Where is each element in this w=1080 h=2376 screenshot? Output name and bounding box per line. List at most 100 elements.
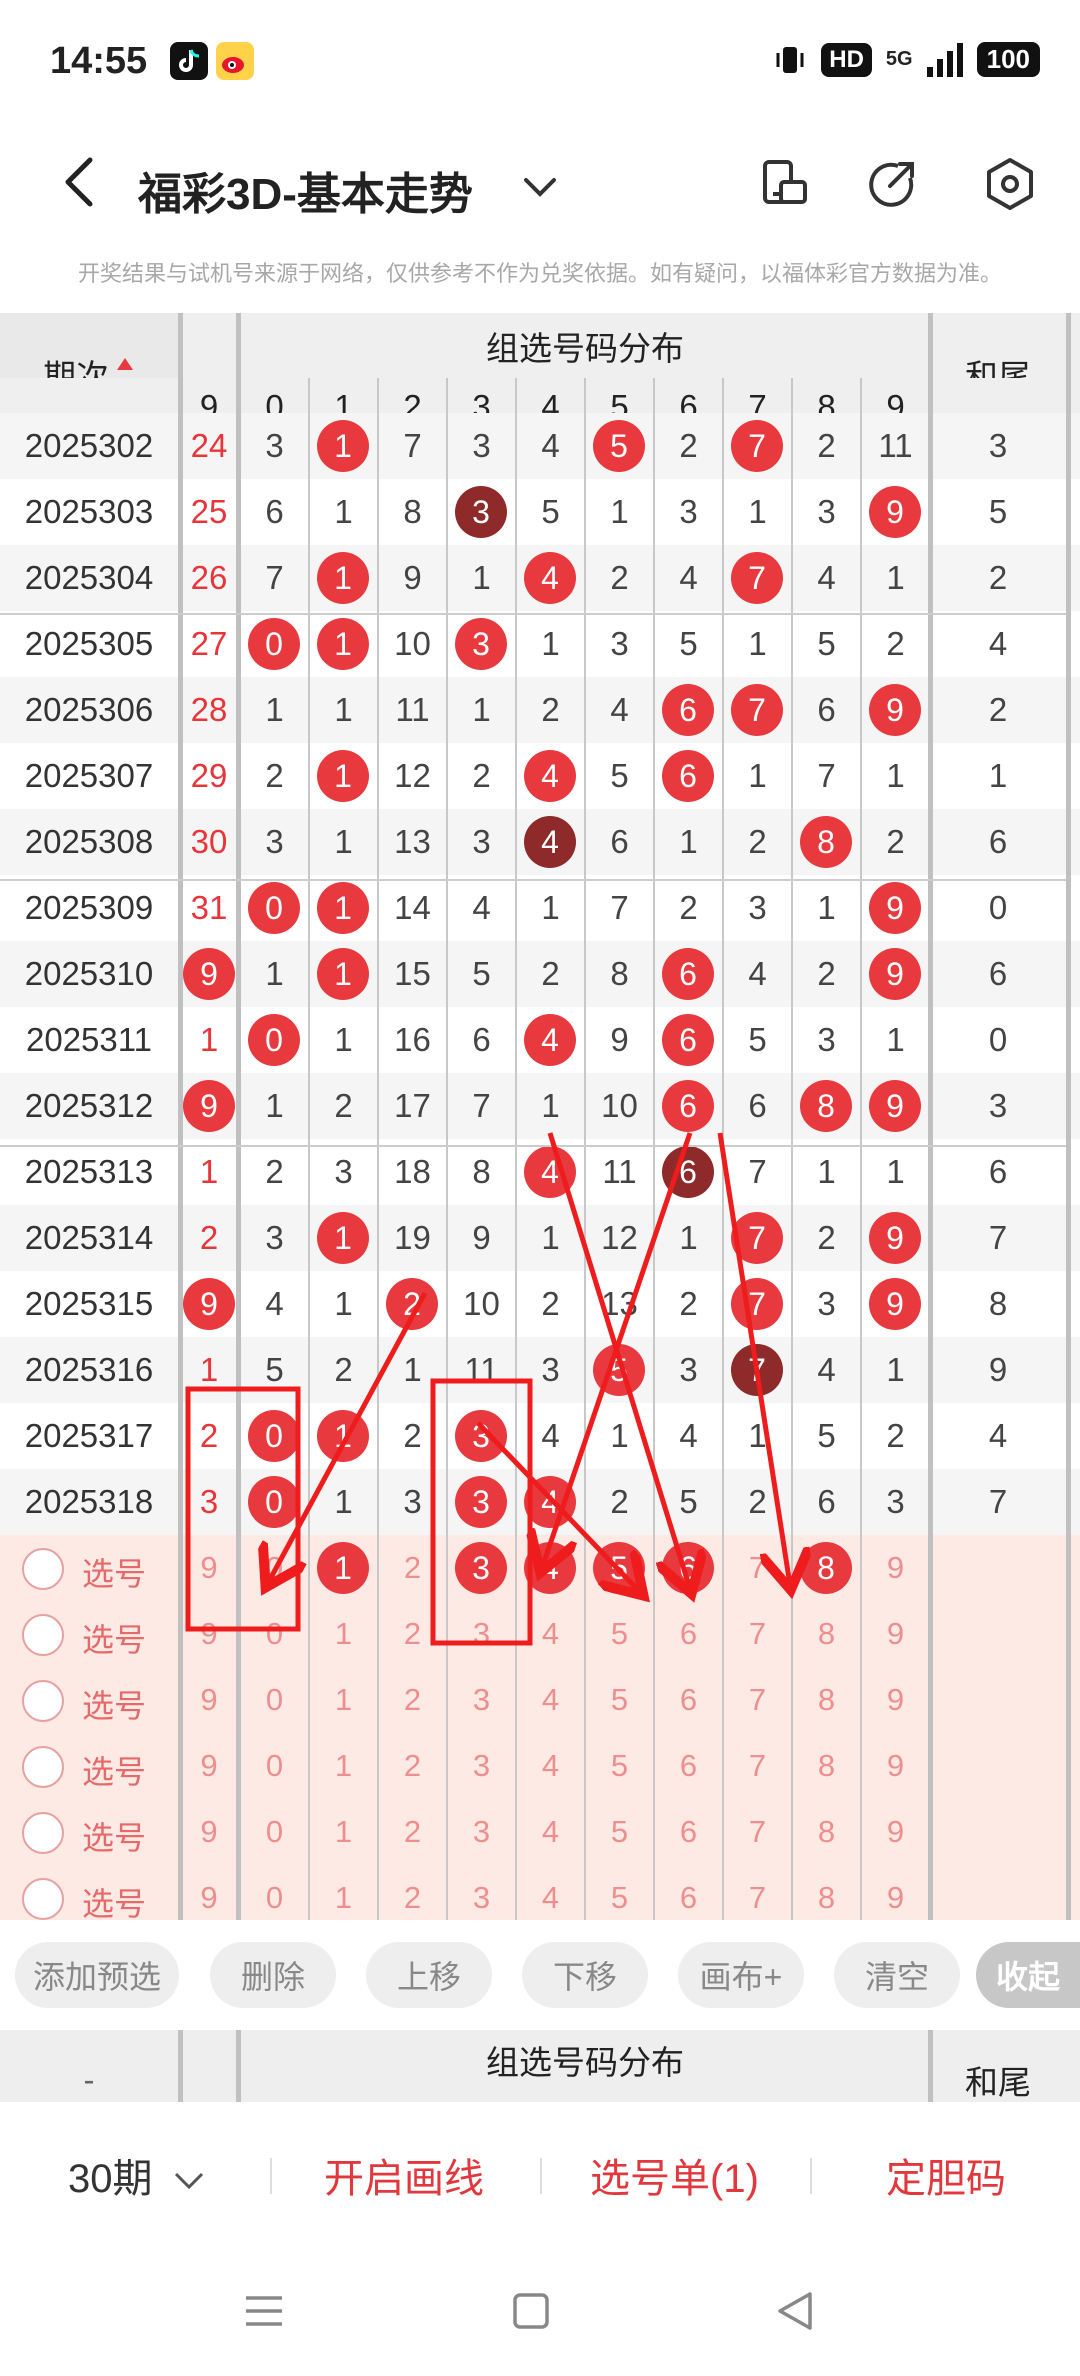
- select-digit[interactable]: 8: [792, 1733, 861, 1799]
- select-digit[interactable]: 7: [723, 1865, 792, 1920]
- select-digit[interactable]: 4: [516, 1667, 585, 1733]
- select-digit[interactable]: 3: [447, 1667, 516, 1733]
- select-ball[interactable]: 5: [593, 1542, 645, 1594]
- select-ball[interactable]: 6: [662, 1542, 714, 1594]
- select-digit[interactable]: 4: [516, 1601, 585, 1667]
- select-sum[interactable]: 9: [182, 1733, 236, 1799]
- select-digit[interactable]: 8: [792, 1865, 861, 1920]
- select-digit[interactable]: 2: [378, 1667, 447, 1733]
- select-digit[interactable]: 0: [240, 1667, 309, 1733]
- select-digit[interactable]: 3: [447, 1601, 516, 1667]
- collapse-button[interactable]: 收起: [976, 1942, 1080, 2008]
- trend-table[interactable]: 期次 组选号码分布 和尾 90123456789 2025302 24 3 1 7 3 4 5…: [0, 313, 1080, 1920]
- select-digit[interactable]: 0: [240, 1535, 309, 1601]
- select-digit[interactable]: 0: [240, 1799, 309, 1865]
- select-digit[interactable]: 2: [378, 1535, 447, 1601]
- page-title[interactable]: 福彩3D-基本走势: [138, 158, 473, 222]
- select-digit[interactable]: 5: [585, 1865, 654, 1920]
- select-digit[interactable]: 5: [585, 1601, 654, 1667]
- select-digit[interactable]: 4: [516, 1733, 585, 1799]
- select-radio[interactable]: [22, 1548, 64, 1590]
- select-label[interactable]: 选号: [82, 1615, 146, 1661]
- canvas-plus-button[interactable]: 画布+: [678, 1942, 804, 2008]
- select-label[interactable]: 选号: [82, 1879, 146, 1920]
- select-digit[interactable]: 8: [792, 1799, 861, 1865]
- select-digit[interactable]: 6: [654, 1733, 723, 1799]
- select-digit[interactable]: 9: [861, 1601, 930, 1667]
- select-digit[interactable]: 3: [447, 1733, 516, 1799]
- select-ball[interactable]: 8: [800, 1542, 852, 1594]
- select-radio[interactable]: [22, 1812, 64, 1854]
- select-digit[interactable]: 7: [723, 1799, 792, 1865]
- select-digit[interactable]: 2: [378, 1865, 447, 1920]
- select-digit[interactable]: 0: [240, 1865, 309, 1920]
- select-digit[interactable]: 2: [378, 1799, 447, 1865]
- select-digit[interactable]: 9: [861, 1733, 930, 1799]
- select-digit[interactable]: 2: [378, 1601, 447, 1667]
- select-digit[interactable]: 7: [723, 1535, 792, 1601]
- select-digit[interactable]: 1: [309, 1601, 378, 1667]
- pick-list-button[interactable]: 选号单(1): [590, 2146, 759, 2204]
- select-digit[interactable]: 1: [309, 1667, 378, 1733]
- select-digit[interactable]: 7: [723, 1667, 792, 1733]
- select-digit[interactable]: 3: [447, 1799, 516, 1865]
- select-radio[interactable]: [22, 1878, 64, 1920]
- select-sum[interactable]: 9: [182, 1865, 236, 1920]
- select-label[interactable]: 选号: [82, 1747, 146, 1793]
- select-radio[interactable]: [22, 1680, 64, 1722]
- chevron-down-icon[interactable]: [520, 172, 560, 202]
- move-down-button[interactable]: 下移: [522, 1942, 648, 2008]
- move-up-button[interactable]: 上移: [366, 1942, 492, 2008]
- table-row: 2025313 1 2 3 18 8 4 11 6 7 1 1 6: [0, 1139, 1080, 1205]
- select-digit[interactable]: 4: [516, 1799, 585, 1865]
- select-ball[interactable]: 3: [455, 1542, 507, 1594]
- period-selector[interactable]: 30期: [68, 2146, 206, 2204]
- select-digit[interactable]: 6: [654, 1865, 723, 1920]
- select-digit[interactable]: 6: [654, 1799, 723, 1865]
- select-digit[interactable]: 5: [585, 1733, 654, 1799]
- select-digit[interactable]: 7: [723, 1733, 792, 1799]
- select-digit[interactable]: 9: [861, 1799, 930, 1865]
- select-digit[interactable]: 8: [792, 1601, 861, 1667]
- select-ball[interactable]: 1: [317, 1542, 369, 1594]
- lock-number-button[interactable]: 定胆码: [886, 2146, 1006, 2204]
- back-icon[interactable]: [774, 2290, 814, 2332]
- rotate-screen-icon[interactable]: [755, 154, 815, 214]
- select-digit[interactable]: 1: [309, 1865, 378, 1920]
- select-label[interactable]: 选号: [82, 1549, 146, 1595]
- select-digit[interactable]: 9: [861, 1865, 930, 1920]
- settings-icon[interactable]: [980, 154, 1040, 214]
- add-preselect-button[interactable]: 添加预选: [15, 1942, 179, 2008]
- select-sum[interactable]: 9: [182, 1667, 236, 1733]
- select-radio[interactable]: [22, 1614, 64, 1656]
- select-ball[interactable]: 4: [524, 1542, 576, 1594]
- select-digit[interactable]: 6: [654, 1601, 723, 1667]
- select-digit[interactable]: 7: [723, 1601, 792, 1667]
- delete-button[interactable]: 删除: [210, 1942, 336, 2008]
- select-digit[interactable]: 4: [516, 1865, 585, 1920]
- select-label[interactable]: 选号: [82, 1813, 146, 1859]
- draw-line-button[interactable]: 开启画线: [324, 2146, 484, 2204]
- select-digit[interactable]: 1: [309, 1799, 378, 1865]
- select-digit[interactable]: 5: [585, 1667, 654, 1733]
- select-digit[interactable]: 3: [447, 1865, 516, 1920]
- select-digit[interactable]: 9: [861, 1535, 930, 1601]
- select-digit[interactable]: 1: [309, 1733, 378, 1799]
- select-sum[interactable]: 9: [182, 1535, 236, 1601]
- share-icon[interactable]: [862, 154, 922, 214]
- select-sum[interactable]: 9: [182, 1799, 236, 1865]
- select-digit[interactable]: 5: [585, 1799, 654, 1865]
- select-digit[interactable]: 0: [240, 1733, 309, 1799]
- select-digit[interactable]: 0: [240, 1601, 309, 1667]
- clear-button[interactable]: 清空: [834, 1942, 960, 2008]
- select-digit[interactable]: 8: [792, 1667, 861, 1733]
- select-digit[interactable]: 6: [654, 1667, 723, 1733]
- select-sum[interactable]: 9: [182, 1601, 236, 1667]
- select-label[interactable]: 选号: [82, 1681, 146, 1727]
- home-icon[interactable]: [512, 2292, 550, 2330]
- menu-icon[interactable]: [244, 2294, 284, 2328]
- select-radio[interactable]: [22, 1746, 64, 1788]
- back-arrow-icon[interactable]: [50, 152, 110, 212]
- select-digit[interactable]: 2: [378, 1733, 447, 1799]
- select-digit[interactable]: 9: [861, 1667, 930, 1733]
